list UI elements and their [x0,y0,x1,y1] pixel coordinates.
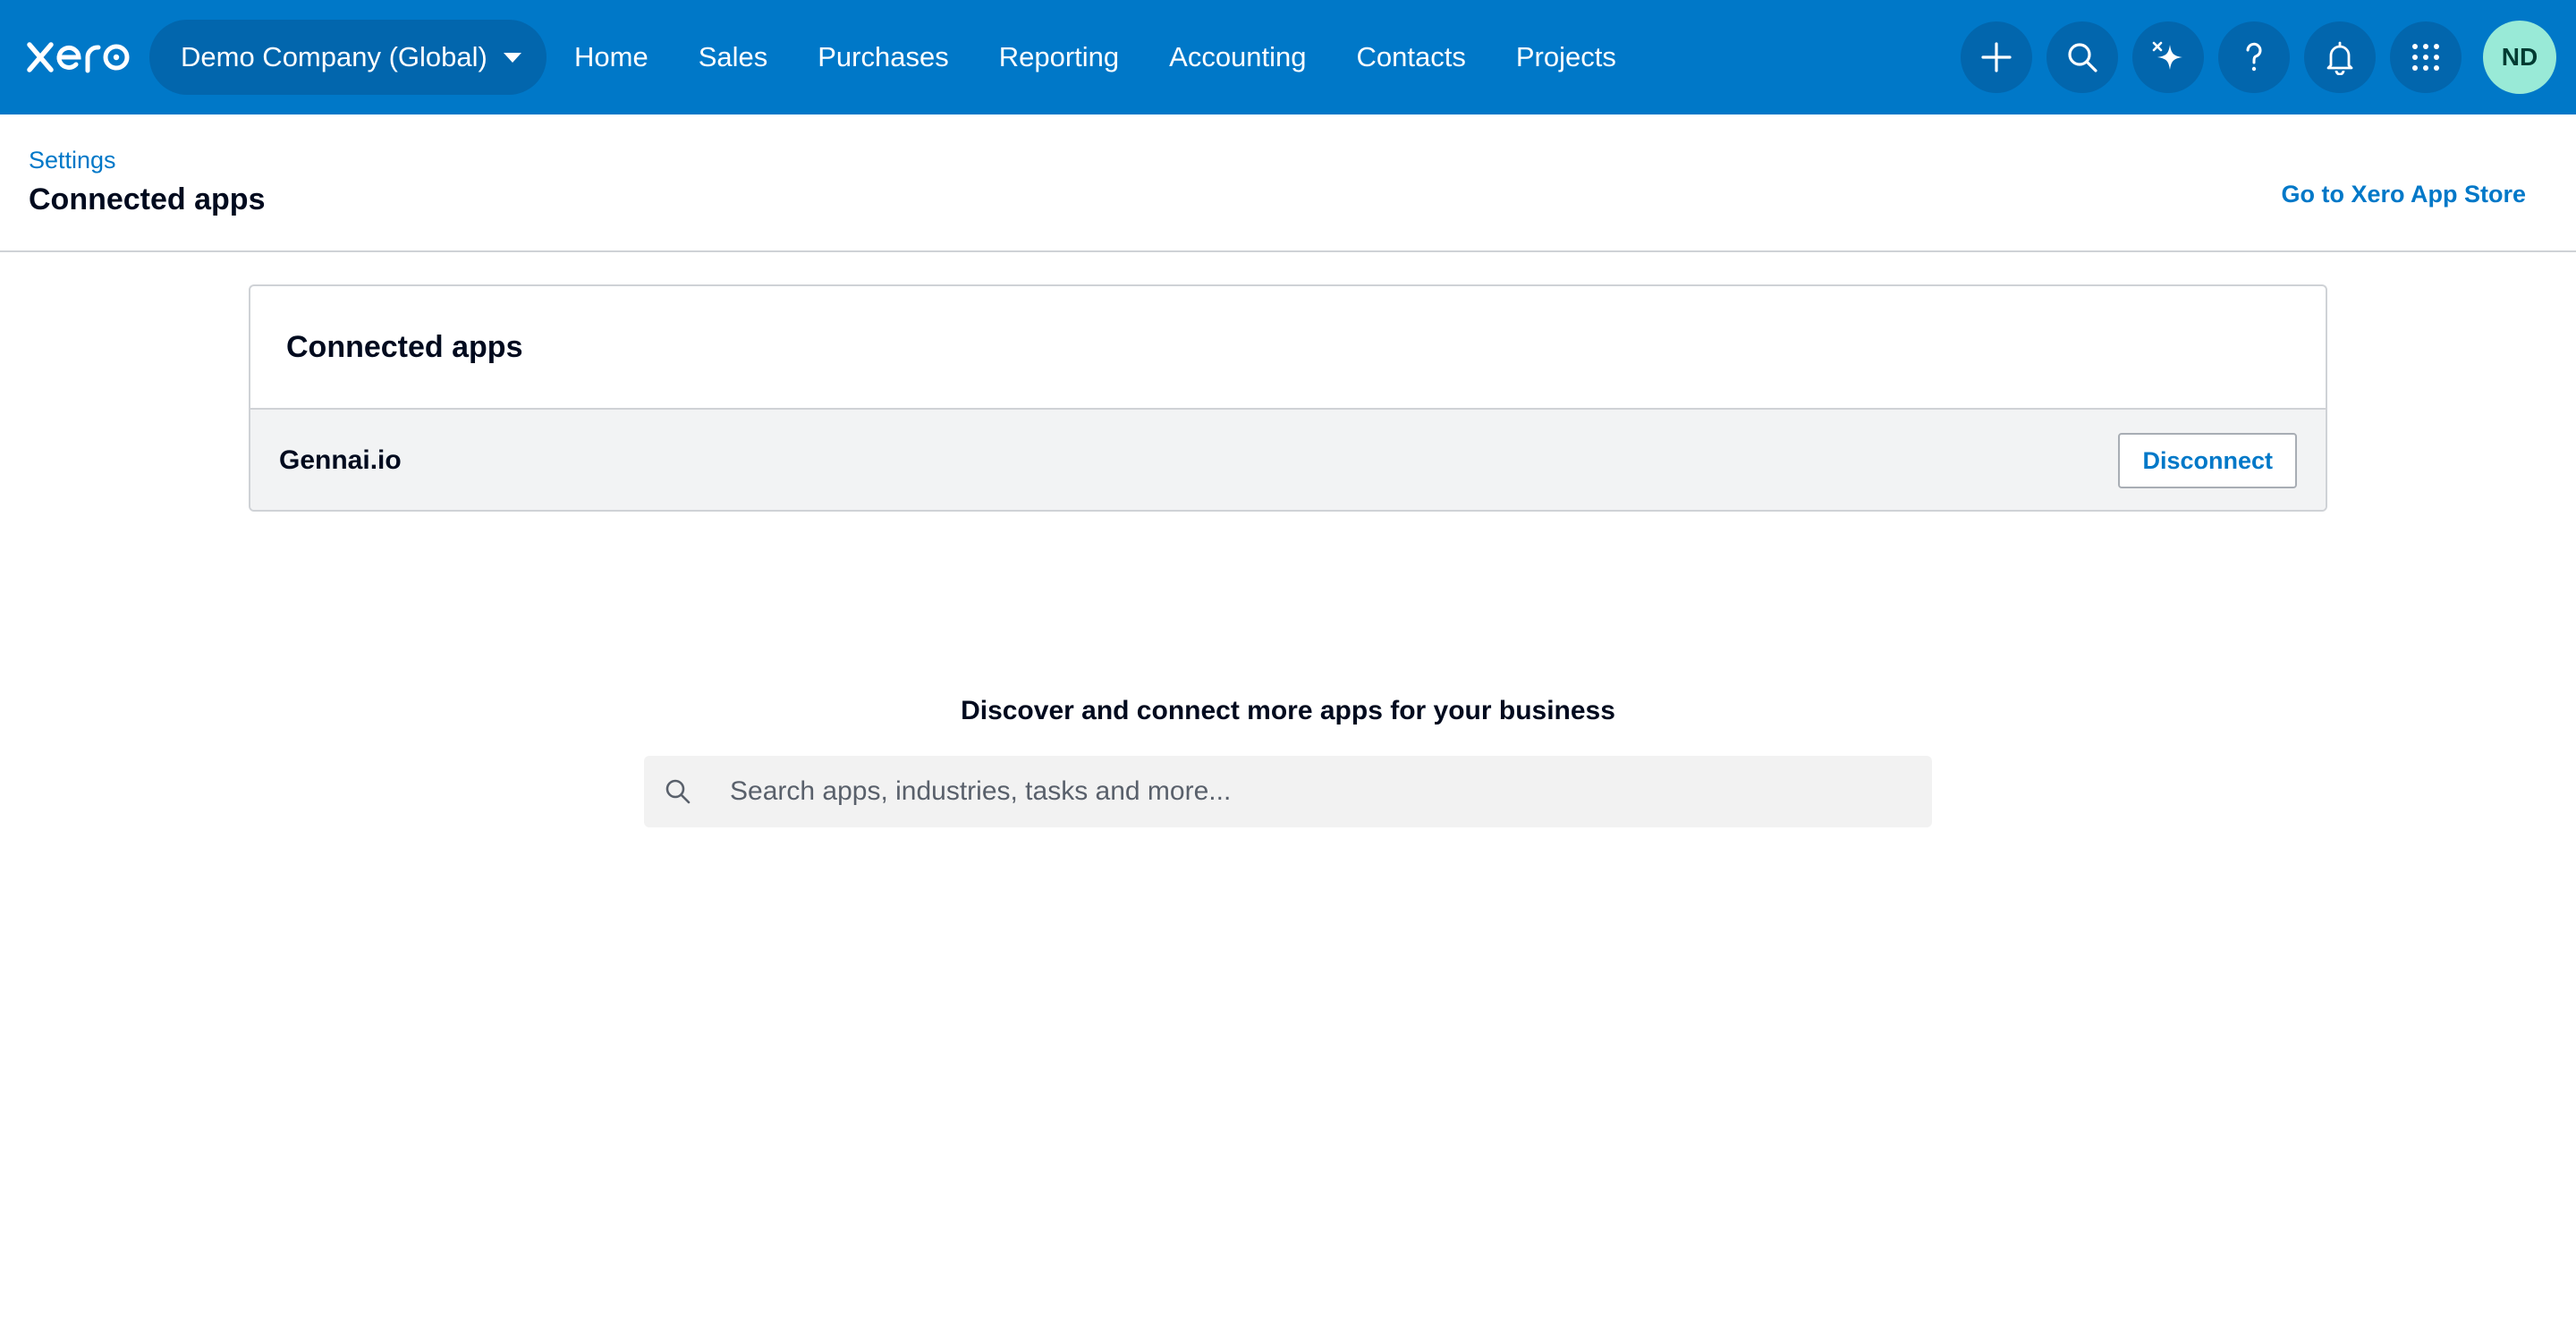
organisation-name: Demo Company (Global) [181,41,487,72]
nav-projects[interactable]: Projects [1516,41,1616,73]
nav-contacts[interactable]: Contacts [1357,41,1466,73]
nav-reporting[interactable]: Reporting [999,41,1119,73]
organisation-switcher[interactable]: Demo Company (Global) [149,20,547,95]
card-title: Connected apps [286,329,523,364]
bell-icon [2326,41,2353,75]
xero-logo[interactable] [27,34,131,81]
page-title: Connected apps [29,182,266,216]
app-search-box [644,756,1932,827]
search-button[interactable] [2046,21,2118,93]
connected-app-row: Gennai.io Disconnect [250,410,2326,510]
app-grid-icon [2412,44,2439,71]
create-new-button[interactable] [1961,21,2032,93]
caret-down-icon [503,52,521,63]
page-header: Settings Connected apps Go to Xero App S… [0,114,2576,252]
global-actions: ND [1946,20,2556,95]
nav-purchases[interactable]: Purchases [818,41,948,73]
search-icon [2068,43,2097,72]
discover-heading: Discover and connect more apps for your … [961,696,1615,725]
breadcrumb-settings[interactable]: Settings [29,147,116,174]
ai-assistant-button[interactable] [2132,21,2204,93]
app-launcher-button[interactable] [2390,21,2462,93]
nav-accounting[interactable]: Accounting [1169,41,1306,73]
go-to-app-store-link[interactable]: Go to Xero App Store [2281,181,2526,208]
nav-sales[interactable]: Sales [699,41,768,73]
search-icon [644,777,712,806]
notifications-button[interactable] [2304,21,2376,93]
help-button[interactable] [2218,21,2290,93]
user-avatar[interactable]: ND [2483,21,2556,94]
card-header: Connected apps [250,286,2326,410]
plus-icon [1981,42,2012,72]
main-nav: Home Sales Purchases Reporting Accountin… [574,0,1666,114]
app-name: Gennai.io [279,445,402,475]
help-icon [2246,42,2262,72]
disconnect-button[interactable]: Disconnect [2118,433,2297,488]
top-navigation-bar: Demo Company (Global) Home Sales Purchas… [0,0,2576,114]
nav-home[interactable]: Home [574,41,648,73]
sparkle-icon [2152,41,2182,70]
connected-apps-card: Connected apps Gennai.io Disconnect [249,284,2327,512]
app-search-input[interactable] [712,756,1932,827]
